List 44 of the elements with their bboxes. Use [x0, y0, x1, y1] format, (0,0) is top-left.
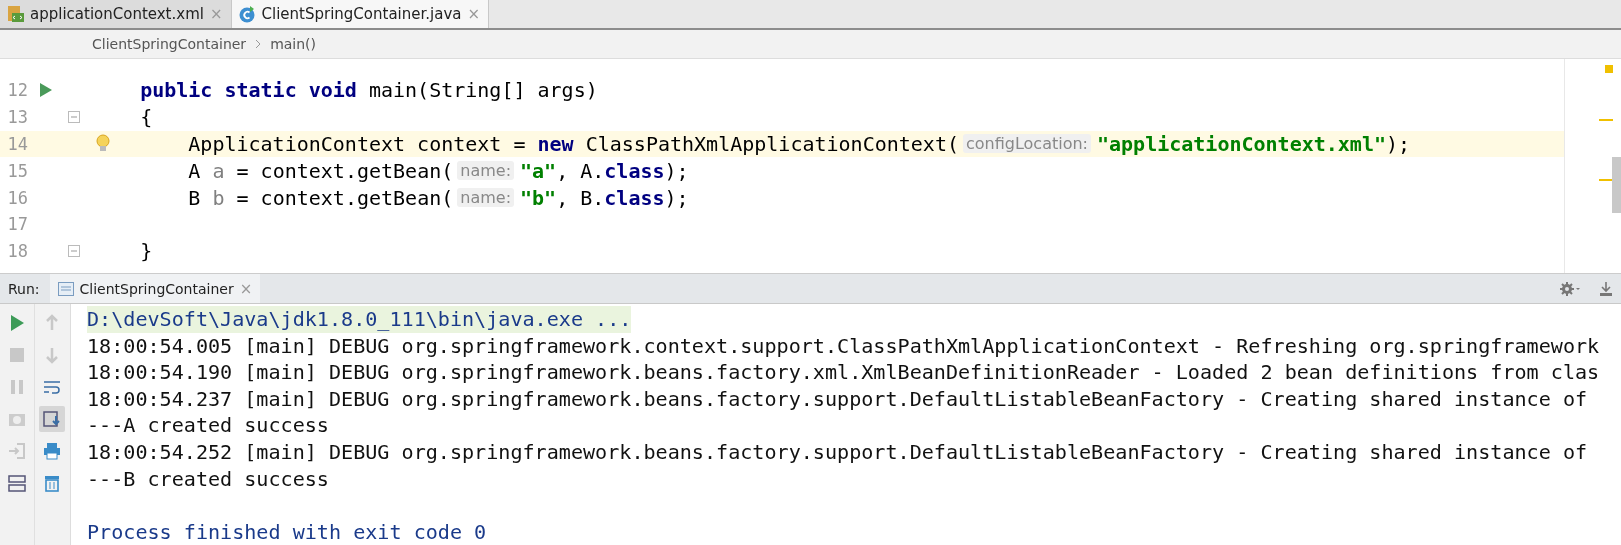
chevron-icon	[254, 39, 263, 49]
class-icon	[237, 5, 256, 23]
scroll-to-end-icon[interactable]	[39, 406, 65, 432]
console-line: Process finished with exit code 0	[87, 518, 487, 545]
download-icon[interactable]	[1599, 280, 1613, 297]
warning-marker[interactable]	[1605, 65, 1613, 73]
code-line: A a = context.getBean( name: "a", A.class);	[188, 158, 689, 183]
fold-icon[interactable]	[68, 111, 80, 124]
code-line: B b = context.getBean( name: "b", B.class);	[188, 185, 689, 210]
console-line: ---B created success	[87, 465, 329, 493]
xml-file-icon	[6, 5, 24, 23]
parameter-hint: name:	[457, 188, 514, 208]
console-line: 18:00:54.005 [main] DEBUG org.springframework.context.support.ClassPathXmlApplicationContext - Refreshing org.springframework	[87, 332, 1600, 360]
line-number: 14	[6, 134, 28, 154]
code-line: ApplicationContext context = new ClassPathXmlApplicationContext( configLocation: "applicationContext.xml");	[188, 132, 1411, 156]
console-line: 18:00:54.252 [main] DEBUG org.springframework.beans.factory.support.DefaultListableBeanFactory - Creating shared instance of	[87, 438, 1588, 466]
run-label: Run:	[7, 280, 41, 297]
line-number: 15	[6, 160, 28, 181]
editor-tab[interactable]: applicationContext.xml ×	[0, 0, 232, 28]
console-line: 18:00:54.237 [main] DEBUG org.springframework.beans.factory.support.DefaultListableBeanFactory - Creating shared instance of	[87, 385, 1588, 413]
warning-marker[interactable]	[1599, 119, 1613, 121]
line-number: 16	[6, 187, 28, 208]
warning-marker[interactable]	[1599, 179, 1613, 181]
settings-icon[interactable]	[1559, 280, 1581, 297]
code-line: {	[140, 105, 153, 130]
editor-tab[interactable]: ClientSpringContainer.java ×	[231, 0, 490, 28]
code-line: public static void main(String[] args)	[140, 78, 598, 103]
run-tab[interactable]: ClientSpringContainer ×	[49, 274, 261, 303]
console-line: 18:00:54.190 [main] DEBUG org.springframework.beans.factory.xml.XmlBeanDefinitionReader - Loaded 2 bean definitions from clas	[87, 359, 1600, 386]
parameter-hint: configLocation:	[962, 134, 1091, 154]
lightbulb-icon[interactable]	[96, 133, 110, 154]
line-number: 12	[6, 80, 28, 101]
breadcrumb-item[interactable]: main()	[270, 36, 317, 52]
line-number: 17	[6, 214, 28, 235]
console-line: ---A created success	[87, 412, 329, 439]
scrollbar-thumb[interactable]	[1612, 157, 1621, 213]
run-icon[interactable]	[39, 82, 53, 99]
fold-icon[interactable]	[68, 245, 80, 258]
console-icon	[57, 281, 74, 296]
line-number: 18	[6, 241, 28, 262]
code-line: }	[140, 239, 153, 264]
parameter-hint: name:	[457, 161, 514, 181]
breadcrumb-item[interactable]: ClientSpringContainer	[92, 36, 247, 52]
line-number: 13	[6, 107, 28, 128]
